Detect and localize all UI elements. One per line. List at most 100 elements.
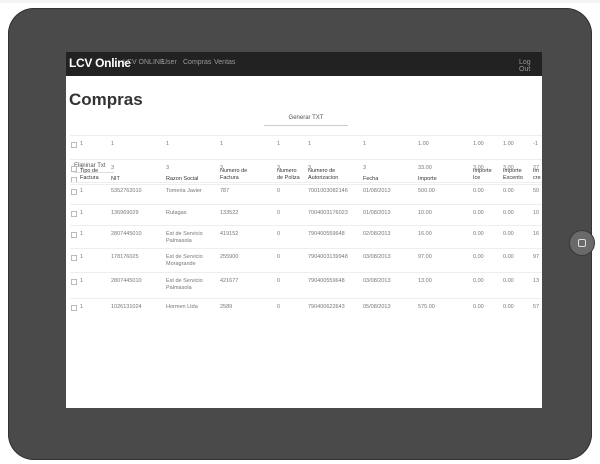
table-cell: 0.00	[503, 278, 514, 284]
table-cell: 1026131024	[111, 304, 142, 310]
nav-item-lcv-online[interactable]: LCV ONLINE	[123, 59, 165, 66]
table-cell: 1	[308, 141, 312, 147]
table-cell: Hormen Ltda	[166, 304, 198, 310]
table-cell: 1	[80, 254, 84, 260]
table-cell: 50	[533, 188, 540, 194]
table-cell: 02/08/2013	[363, 231, 391, 237]
table-cell: 0.00	[503, 304, 514, 310]
table-cell: 0	[277, 254, 281, 260]
row-checkbox[interactable]	[71, 166, 77, 172]
column-header-line: cre	[533, 175, 541, 181]
table-cell: 1	[80, 278, 84, 284]
column-header-line: Ice	[473, 175, 481, 181]
table-cell: 3	[166, 165, 170, 171]
table-cell: 178176025	[111, 254, 139, 260]
table-cell: 03/08/2013	[363, 254, 391, 260]
table-cell: 0	[277, 304, 281, 310]
table-cell: 1.00	[473, 141, 484, 147]
main-content: Compras Generar TXT Eliminar Txt Tipo de…	[66, 76, 542, 408]
table-cell: 3	[80, 165, 84, 171]
row-checkbox[interactable]	[71, 279, 77, 285]
table-cell: 1	[363, 141, 367, 147]
generate-txt-button[interactable]: Generar TXT	[264, 112, 348, 126]
browser-top-strip	[0, 0, 600, 3]
table-cell: 1	[111, 141, 115, 147]
table-cell: 1.00	[503, 141, 514, 147]
table-cell: 3.00	[503, 165, 514, 171]
row-checkbox[interactable]	[71, 305, 77, 311]
row-checkbox[interactable]	[71, 255, 77, 261]
table-cell: 0	[277, 278, 281, 284]
row-divider	[70, 135, 542, 136]
row-divider	[70, 225, 542, 226]
table-cell: 0.00	[473, 231, 484, 237]
table-cell: 790400559648	[308, 278, 345, 284]
table-cell: 1.00	[418, 141, 429, 147]
table-cell: 3	[363, 165, 367, 171]
row-checkbox[interactable]	[71, 142, 77, 148]
table-cell: 3	[308, 165, 312, 171]
table-cell: 1	[80, 231, 84, 237]
column-header-line: Numero de	[220, 168, 248, 174]
table-cell: 2589	[220, 304, 233, 310]
table-cell: 790400622643	[308, 304, 345, 310]
table-cell: 01/08/2013	[363, 210, 391, 216]
table-cell: 33.00	[418, 165, 432, 171]
table-cell: 790400559648	[308, 231, 345, 237]
app-screen: LCV Online LCV ONLINE User Compras Venta…	[66, 52, 542, 408]
column-header-line: Numero	[277, 168, 297, 174]
table-cell: Tomeria Javier	[166, 188, 202, 194]
column-header-line: Numero de	[308, 168, 336, 174]
table-cell: 13.00	[418, 278, 432, 284]
brand-logo[interactable]: LCV Online	[69, 56, 131, 70]
row-checkbox[interactable]	[71, 232, 77, 238]
table-cell: 0.00	[503, 231, 514, 237]
table-cell: 419152	[220, 231, 239, 237]
table-cell: 0.00	[473, 254, 484, 260]
row-divider	[70, 159, 542, 160]
table-cell: 7904003139948	[308, 254, 348, 260]
row-divider	[70, 182, 542, 183]
page-title: Compras	[69, 90, 143, 109]
home-square-icon	[578, 239, 586, 247]
header-divider	[70, 184, 542, 185]
table-cell: 0.00	[473, 304, 484, 310]
table-cell: 255900	[220, 254, 239, 260]
table-cell: 1	[220, 141, 224, 147]
column-header[interactable]: Numero de Factura	[220, 168, 247, 182]
nav-item-compras[interactable]: Compras	[183, 59, 211, 66]
row-checkbox[interactable]	[71, 189, 77, 195]
table-cell: 1	[80, 141, 84, 147]
table-cell: Est de Servicio Palmasola	[166, 231, 203, 244]
table-cell: 1	[80, 304, 84, 310]
logout-link[interactable]: Log Out	[519, 59, 542, 73]
table-cell: 7001003082146	[308, 188, 348, 194]
table-cell: 57	[533, 304, 540, 310]
table-cell: 421677	[220, 278, 239, 284]
table-cell: 0.00	[473, 278, 484, 284]
table-cell: 0.00	[503, 188, 514, 194]
table-cell: 3	[111, 165, 115, 171]
home-button[interactable]	[569, 230, 595, 256]
table-cell: 3.00	[473, 165, 484, 171]
table-cell: 0.00	[473, 188, 484, 194]
nav-item-ventas[interactable]: Ventas	[214, 59, 235, 66]
nav-item-user[interactable]: User	[162, 59, 177, 66]
table-cell: 01/08/2013	[363, 188, 391, 194]
table-cell: 97.00	[418, 254, 432, 260]
table-cell: 1	[80, 188, 84, 194]
table-cell: 10.00	[418, 210, 432, 216]
table-cell: 3	[220, 165, 224, 171]
column-header-line: Factura	[220, 175, 239, 181]
column-header[interactable]: Numero de Poliza	[277, 168, 300, 182]
table-cell: 575.00	[418, 304, 435, 310]
table-cell: 0	[277, 231, 281, 237]
table-cell: 0	[277, 188, 281, 194]
column-header-line: Factura	[80, 175, 99, 181]
table-cell: 03/08/2013	[363, 278, 391, 284]
column-header[interactable]: Numero de Autorizacion	[308, 168, 338, 182]
row-checkbox[interactable]	[71, 211, 77, 217]
table-cell: 2807445010	[111, 231, 142, 237]
table-cell: 1	[277, 141, 281, 147]
table-cell: Est de Servicio Palmasola	[166, 278, 203, 291]
